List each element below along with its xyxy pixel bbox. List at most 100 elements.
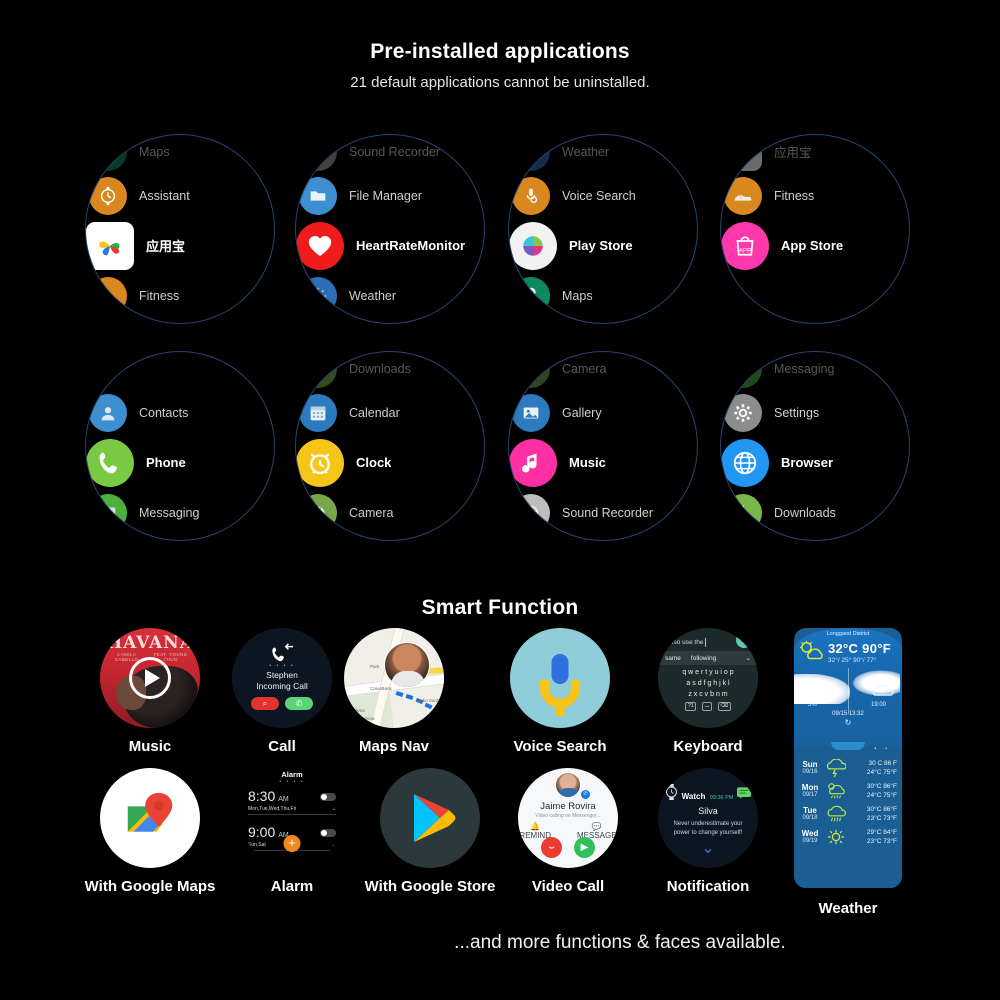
app-row[interactable]: Camera	[509, 352, 697, 393]
accept-call-button[interactable]: ✆	[285, 697, 313, 710]
alarm-face[interactable]: Alarm • • • • 8:30 AM Mon,Tue,Wed,Thu,Fri…	[242, 768, 342, 868]
weather-current-panel[interactable]: Longgand District 32°C 90°F 32°/ 25° 90°…	[794, 628, 902, 748]
app-row[interactable]: Maps	[86, 135, 274, 176]
backspace-key[interactable]: ⌫	[717, 702, 731, 711]
watch-list-7[interactable]: Camera Gallery Music Sound Recorder	[508, 351, 698, 541]
watch-list-3[interactable]: Weather Voice Search Play Store Maps	[508, 134, 698, 324]
app-row[interactable]: Contacts	[86, 388, 274, 437]
app-row[interactable]: 应用宝	[721, 135, 909, 176]
play-icon[interactable]	[129, 657, 171, 699]
app-row-focused[interactable]: Phone	[86, 438, 274, 487]
call-face[interactable]: • • • • Stephen Incoming Call ⌕ ✆	[232, 628, 332, 728]
app-row-focused[interactable]: 应用宝	[86, 221, 274, 270]
suggestion-1[interactable]: same	[665, 655, 681, 662]
app-row[interactable]: Calendar	[296, 388, 484, 437]
app-row-focused[interactable]: Play Store	[509, 221, 697, 270]
chevron-down-icon[interactable]: ⌄	[746, 654, 751, 662]
forecast-high: 29°C 84°F	[866, 828, 897, 836]
watch-list-5[interactable]: Contacts Phone Messaging	[85, 351, 275, 541]
app-row[interactable]: Voice Search	[509, 171, 697, 220]
reject-call-button[interactable]: ⌕	[251, 697, 279, 710]
alarm-toggle[interactable]	[320, 829, 336, 837]
sunny-cloud-icon	[798, 640, 828, 669]
app-row[interactable]: Fitness	[86, 271, 274, 320]
app-row[interactable]: Assistant	[509, 317, 697, 323]
app-row[interactable]: Sound Recorder	[509, 488, 697, 537]
face-voice-search[interactable]: Voice Search	[500, 628, 620, 755]
face-notification[interactable]: Watch 09:36 PM Silva Never underestimate…	[648, 768, 768, 895]
app-row[interactable]: Fitness	[721, 171, 909, 220]
app-row-focused[interactable]: HeartRateMonitor	[296, 221, 484, 270]
alarm-entry[interactable]: 8:30 AM Mon,Tue,Wed,Thu,Fri ⌄	[248, 788, 336, 815]
app-row[interactable]: Assistant	[86, 171, 274, 220]
app-row-focused[interactable]: APP App Store	[721, 221, 909, 270]
refresh-icon[interactable]: ↻	[794, 718, 902, 727]
voice-search-face[interactable]	[510, 628, 610, 728]
app-row[interactable]: Calendar	[721, 534, 909, 540]
keyboard-row-1[interactable]: q w e r t y u i o p	[658, 669, 758, 676]
keyboard-row-2[interactable]: a s d f g h j k l	[658, 680, 758, 687]
app-row-focused[interactable]: Browser	[721, 438, 909, 487]
watch-list-2[interactable]: Sound Recorder File Manager HeartRateMon…	[295, 134, 485, 324]
accept-video-call-button[interactable]: ▶	[574, 837, 595, 858]
app-row[interactable]: Sound Recorder	[296, 135, 484, 176]
face-music[interactable]: HAVANA CAMILA CABELLO FEAT. YOUNG THUG M…	[90, 628, 210, 755]
maps-nav-face[interactable]: Park CaixaBank Radio Sants cadena an Bar…	[344, 628, 444, 728]
keyboard-face[interactable]: n also use the ✓ same following ⌄ q w e …	[658, 628, 758, 728]
add-alarm-button[interactable]: +	[283, 835, 301, 852]
app-row[interactable]: Messaging	[721, 352, 909, 393]
app-row[interactable]: Camera	[296, 488, 484, 537]
app-row[interactable]: App Store	[86, 317, 274, 323]
chevron-down-icon[interactable]: ⌄	[332, 806, 336, 812]
keyboard-row-3[interactable]: z x c v b n m	[658, 691, 758, 698]
watch-list-1[interactable]: Maps Assistant 应用宝 Fitness	[85, 134, 275, 324]
face-weather[interactable]: Longgand District 32°C 90°F 32°/ 25° 90°…	[788, 628, 908, 917]
app-row[interactable]: Maps	[509, 271, 697, 320]
alarm-time: 8:30	[248, 788, 276, 804]
check-icon[interactable]: ✓	[736, 632, 752, 648]
chevron-down-icon[interactable]: ⌄	[332, 842, 336, 848]
app-row[interactable]: Downloads	[296, 352, 484, 393]
watch-list-4[interactable]: 应用宝 Fitness APP App Store	[720, 134, 910, 324]
face-alarm[interactable]: Alarm • • • • 8:30 AM Mon,Tue,Wed,Thu,Fri…	[232, 768, 352, 895]
app-row[interactable]: Settings	[86, 534, 274, 540]
smart-function-title: Smart Function	[421, 596, 579, 619]
symbols-key[interactable]: ?1	[685, 702, 697, 711]
face-google-maps[interactable]: With Google Maps	[70, 768, 230, 895]
face-maps-nav[interactable]: Park CaixaBank Radio Sants cadena an Bar…	[334, 628, 454, 755]
google-maps-face[interactable]	[100, 768, 200, 868]
decline-video-call-button[interactable]: ⌣	[541, 837, 562, 858]
watch-list-6[interactable]: Downloads Calendar Clock Camera	[295, 351, 485, 541]
app-row-focused[interactable]: Music	[509, 438, 697, 487]
messaging-icon	[724, 352, 762, 388]
face-google-store[interactable]: With Google Store	[340, 768, 520, 895]
app-row[interactable]: Settings	[721, 388, 909, 437]
face-keyboard[interactable]: n also use the ✓ same following ⌄ q w e …	[648, 628, 768, 755]
alarm-meridiem: AM	[278, 796, 289, 803]
google-store-face[interactable]	[380, 768, 480, 868]
app-row[interactable]: Voice Search	[296, 317, 484, 323]
chevron-down-icon[interactable]: ⌄	[658, 841, 758, 857]
notification-face[interactable]: Watch 09:36 PM Silva Never underestimate…	[658, 768, 758, 868]
app-row-focused[interactable]: Clock	[296, 438, 484, 487]
app-label: Messaging	[774, 361, 835, 376]
space-key[interactable]: ⌴	[702, 702, 712, 711]
app-label: Contacts	[139, 405, 189, 420]
app-row[interactable]: Gallery	[509, 388, 697, 437]
app-row[interactable]: Messaging	[86, 488, 274, 537]
panel-handle[interactable]	[831, 742, 865, 750]
app-row[interactable]: Weather	[296, 271, 484, 320]
face-video-call[interactable]: ✆ Jaime Rovira Video calling on Messenge…	[508, 768, 628, 895]
app-row[interactable]: File Manager	[296, 171, 484, 220]
suggestion-2[interactable]: following	[691, 655, 716, 662]
face-call[interactable]: • • • • Stephen Incoming Call ⌕ ✆ Call	[222, 628, 342, 755]
music-face-art[interactable]: HAVANA CAMILA CABELLO FEAT. YOUNG THUG	[100, 628, 200, 728]
alarm-toggle[interactable]	[320, 793, 336, 801]
app-row[interactable]: Gallery	[296, 534, 484, 540]
app-row[interactable]: Downloads	[721, 488, 909, 537]
video-call-face[interactable]: ✆ Jaime Rovira Video calling on Messenge…	[518, 768, 618, 868]
app-row[interactable]: Weather	[509, 135, 697, 176]
watch-list-8[interactable]: Messaging Settings Browser Downloads	[720, 351, 910, 541]
weather-forecast-panel[interactable]: •• Sun 09/16 30 C 86 F 24°C 75°F Mon 09/17	[794, 742, 902, 888]
app-row[interactable]: File Manager	[509, 534, 697, 540]
